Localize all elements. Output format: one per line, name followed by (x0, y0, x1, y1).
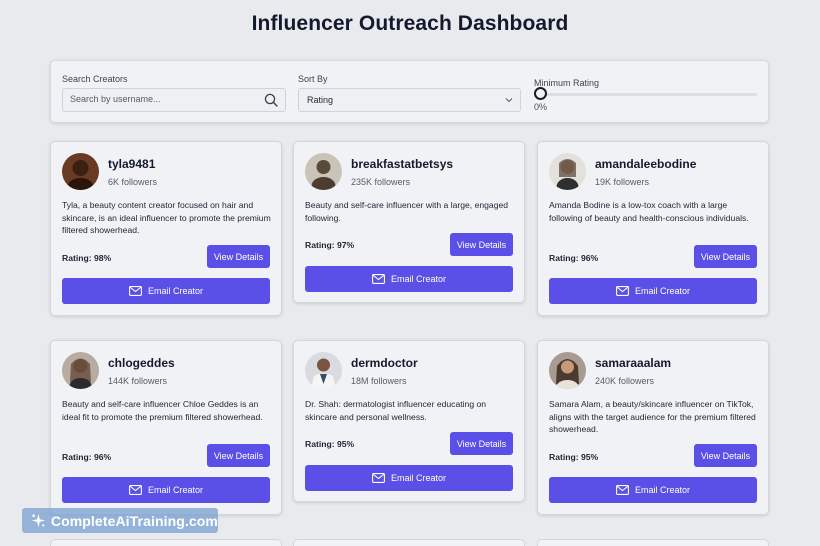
creator-rating: Rating: 95% (305, 439, 355, 449)
watermark-text: CompleteAiTraining.com (50, 512, 218, 529)
view-details-button[interactable]: View Details (450, 432, 513, 455)
creator-card-partial (293, 539, 525, 546)
view-details-button[interactable]: View Details (694, 444, 757, 467)
email-creator-label: Email Creator (390, 274, 446, 284)
sort-select[interactable]: Rating (298, 88, 521, 112)
email-creator-button[interactable]: Email Creator (305, 266, 513, 292)
rating-slider-thumb[interactable] (534, 87, 547, 100)
creator-rating: Rating: 96% (549, 253, 599, 263)
creator-rating: Rating: 96% (62, 452, 112, 462)
view-details-button[interactable]: View Details (207, 245, 270, 268)
creator-description: Dr. Shah: dermatologist influencer educa… (305, 399, 487, 422)
mail-icon (372, 274, 385, 284)
creator-followers: 144K followers (108, 376, 168, 386)
avatar (305, 153, 342, 190)
creator-card: amandaleebodine 19K followers Amanda Bod… (537, 141, 769, 316)
rating-label: Minimum Rating (534, 78, 600, 88)
email-creator-label: Email Creator (634, 286, 690, 296)
email-creator-button[interactable]: Email Creator (549, 278, 757, 304)
creator-card: samaraaalam 240K followers Samara Alam, … (537, 340, 769, 515)
rating-slider-track[interactable] (534, 93, 757, 96)
sparkle-logo-icon (31, 513, 45, 528)
creator-rating: Rating: 95% (549, 452, 599, 462)
creator-description: Amanda Bodine is a low-tox coach with a … (549, 200, 749, 223)
avatar (305, 352, 342, 389)
creator-username[interactable]: amandaleebodine (595, 157, 696, 171)
creator-card-partial (537, 539, 769, 546)
creator-username[interactable]: breakfastatbetsys (351, 157, 453, 171)
watermark: CompleteAiTraining.com (22, 508, 218, 533)
chevron-down-icon (505, 98, 513, 103)
avatar (549, 153, 586, 190)
creator-card: breakfastatbetsys 235K followers Beauty … (293, 141, 525, 303)
creator-card: chlogeddes 144K followers Beauty and sel… (50, 340, 282, 515)
creator-rating: Rating: 98% (62, 253, 112, 263)
email-creator-label: Email Creator (390, 473, 446, 483)
rating-slider-value: 0% (534, 102, 548, 112)
email-creator-button[interactable]: Email Creator (62, 477, 270, 503)
creator-followers: 235K followers (351, 177, 411, 187)
search-input[interactable] (70, 94, 250, 104)
creator-rating: Rating: 97% (305, 240, 355, 250)
mail-icon (129, 485, 142, 495)
search-label: Search Creators (62, 74, 128, 84)
avatar (62, 352, 99, 389)
page-title: Influencer Outreach Dashboard (251, 12, 569, 35)
avatar (549, 352, 586, 389)
email-creator-label: Email Creator (147, 485, 203, 495)
sort-select-value: Rating (307, 95, 334, 105)
email-creator-button[interactable]: Email Creator (549, 477, 757, 503)
creator-card-partial (50, 539, 282, 546)
email-creator-button[interactable]: Email Creator (305, 465, 513, 491)
creator-followers: 19K followers (595, 177, 650, 187)
creator-description: Samara Alam, a beauty/skincare influence… (549, 399, 756, 434)
view-details-button[interactable]: View Details (694, 245, 757, 268)
creator-username[interactable]: samaraaalam (595, 356, 671, 370)
mail-icon (129, 286, 142, 296)
email-creator-label: Email Creator (634, 485, 690, 495)
email-creator-button[interactable]: Email Creator (62, 278, 270, 304)
mail-icon (616, 485, 629, 495)
creator-username[interactable]: chlogeddes (108, 356, 175, 370)
creator-description: Beauty and self-care influencer with a l… (305, 200, 509, 223)
creator-username[interactable]: tyla9481 (108, 157, 155, 171)
search-icon[interactable] (264, 93, 278, 107)
view-details-button[interactable]: View Details (207, 444, 270, 467)
creator-followers: 240K followers (595, 376, 655, 386)
sort-label: Sort By (298, 74, 328, 84)
avatar (62, 153, 99, 190)
email-creator-label: Email Creator (147, 286, 203, 296)
creator-followers: 18M followers (351, 376, 407, 386)
creator-description: Tyla, a beauty content creator focused o… (62, 200, 271, 235)
creator-followers: 6K followers (108, 177, 158, 187)
creator-description: Beauty and self-care influencer Chloe Ge… (62, 399, 263, 422)
search-box[interactable] (62, 88, 286, 112)
mail-icon (372, 473, 385, 483)
filter-panel: Search Creators Sort By Rating Minimum R… (50, 60, 769, 123)
creator-username[interactable]: dermdoctor (351, 356, 418, 370)
view-details-button[interactable]: View Details (450, 233, 513, 256)
creator-card: dermdoctor 18M followers Dr. Shah: derma… (293, 340, 525, 502)
mail-icon (616, 286, 629, 296)
creator-card: tyla9481 6K followers Tyla, a beauty con… (50, 141, 282, 316)
